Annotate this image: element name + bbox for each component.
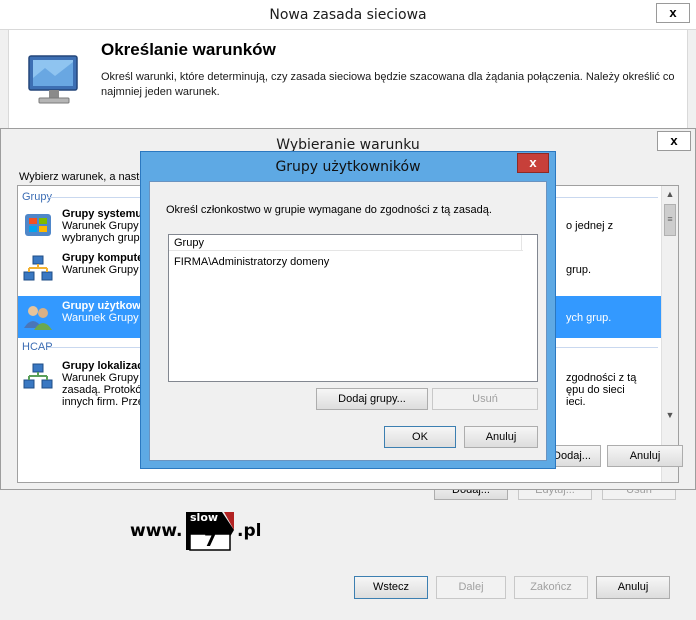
- cancel-button[interactable]: Anuluj: [596, 576, 670, 599]
- ok-button[interactable]: OK: [384, 426, 456, 448]
- condition-desc: Warunek Grupy: [62, 264, 139, 276]
- condition-desc-tail: ych grup.: [566, 312, 612, 324]
- add-groups-button[interactable]: Dodaj grupy...: [316, 388, 428, 410]
- condition-desc: Warunek Grupy: [62, 312, 139, 324]
- user-groups-cancel-button[interactable]: Anuluj: [464, 426, 538, 448]
- condition-desc: Warunek Grupy zasadą. Protokó innych firm.…: [62, 372, 144, 408]
- user-group-icon: [24, 306, 52, 330]
- scroll-thumb[interactable]: ≡: [664, 204, 676, 236]
- windows-group-icon: [25, 214, 51, 236]
- condition-cancel-button[interactable]: Anuluj: [607, 445, 683, 467]
- network-monitor-icon: [28, 55, 78, 104]
- location-group-icon: [23, 363, 53, 389]
- scroll-down-arrow-icon[interactable]: ▼: [662, 407, 678, 424]
- condition-name: Grupy lokalizac: [62, 360, 144, 372]
- condition-desc-tail: zgodności z tą ępu do sieci ieci.: [566, 372, 637, 408]
- main-titlebar: Nowa zasada sieciowa x: [0, 0, 696, 30]
- computer-group-icon: [23, 255, 53, 281]
- condition-close-button[interactable]: x: [657, 131, 691, 151]
- main-close-button[interactable]: x: [656, 3, 690, 23]
- user-groups-prompt: Określ członkostwo w grupie wymagane do …: [166, 204, 492, 216]
- condition-desc: Warunek Grupy wybranych grup: [62, 220, 140, 244]
- groups-column-header[interactable]: Grupy: [169, 235, 523, 251]
- wizard-header: Określanie warunków Określ warunki, któr…: [8, 30, 688, 130]
- finish-button[interactable]: Zakończ: [514, 576, 588, 599]
- user-groups-body: Określ członkostwo w grupie wymagane do …: [149, 181, 547, 461]
- header-description: Określ warunki, które determinują, czy z…: [101, 71, 675, 98]
- groups-listview[interactable]: Grupy FIRMA\Administratorzy domeny: [168, 234, 538, 382]
- user-groups-dialog: Grupy użytkowników x Określ członkostwo …: [140, 151, 556, 469]
- header-title: Określanie warunków: [101, 40, 276, 59]
- main-window-title: Nowa zasada sieciowa: [269, 7, 427, 23]
- user-groups-close-button[interactable]: x: [517, 153, 549, 173]
- scroll-up-arrow-icon[interactable]: ▲: [662, 186, 678, 203]
- condition-prompt: Wybierz warunek, a nastę: [19, 171, 146, 183]
- next-button[interactable]: Dalej: [436, 576, 506, 599]
- condition-desc-tail: grup.: [566, 264, 592, 276]
- user-groups-title: Grupy użytkowników: [275, 159, 421, 175]
- column-separator[interactable]: [521, 235, 522, 251]
- groups-column-label: Grupy: [174, 237, 204, 249]
- condition-name: Grupy użytkow: [62, 300, 141, 312]
- condition-name: Grupy kompute: [62, 252, 144, 264]
- condition-name: Grupy systemu: [62, 208, 143, 220]
- condition-scrollbar[interactable]: ▲ ≡ ▼: [661, 186, 678, 482]
- condition-desc-tail: o jednej z: [566, 220, 614, 232]
- group-row[interactable]: FIRMA\Administratorzy domeny: [174, 256, 329, 268]
- remove-group-button[interactable]: Usuń: [432, 388, 538, 410]
- back-button[interactable]: Wstecz: [354, 576, 428, 599]
